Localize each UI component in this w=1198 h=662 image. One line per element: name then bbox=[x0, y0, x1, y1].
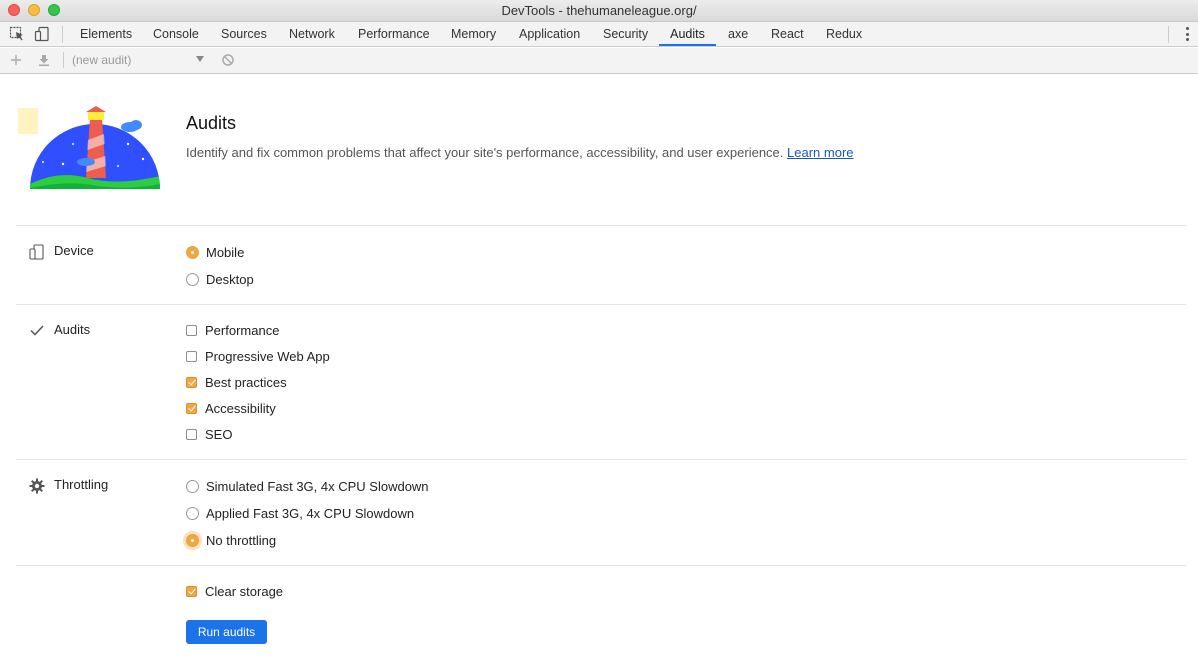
best-practices-label: Best practices bbox=[205, 374, 287, 390]
tabbar-separator bbox=[1168, 26, 1169, 43]
tab-sources[interactable]: Sources bbox=[221, 22, 267, 46]
accessibility-checkbox[interactable] bbox=[186, 402, 197, 414]
applied-radio[interactable] bbox=[186, 506, 199, 520]
desktop-radio[interactable] bbox=[186, 272, 199, 286]
window-title: DevTools - thehumaneleague.org/ bbox=[501, 3, 697, 18]
best-practices-checkbox[interactable] bbox=[186, 376, 197, 388]
audit-option-accessibility[interactable]: Accessibility bbox=[186, 400, 276, 416]
simulated-radio[interactable] bbox=[186, 479, 199, 493]
section-divider bbox=[16, 225, 1186, 226]
performance-checkbox[interactable] bbox=[186, 324, 197, 336]
tab-react[interactable]: React bbox=[771, 22, 804, 46]
download-icon[interactable] bbox=[37, 53, 51, 67]
clear-icon[interactable] bbox=[221, 53, 235, 67]
tab-network[interactable]: Network bbox=[289, 22, 335, 46]
performance-label: Performance bbox=[205, 322, 280, 338]
audits-section-label: Audits bbox=[54, 322, 91, 337]
section-divider bbox=[16, 304, 1186, 305]
no-throttling-radio[interactable] bbox=[186, 533, 199, 547]
description-text: Identify and fix common problems that af… bbox=[186, 145, 784, 160]
run-audits-button[interactable]: Run audits bbox=[186, 620, 267, 644]
device-section-label: Device bbox=[54, 243, 94, 258]
tab-memory[interactable]: Memory bbox=[451, 22, 496, 46]
no-throttling-label: No throttling bbox=[206, 532, 277, 548]
seo-label: SEO bbox=[205, 426, 233, 442]
tab-redux[interactable]: Redux bbox=[826, 22, 862, 46]
desktop-label: Desktop bbox=[206, 271, 254, 287]
tab-elements[interactable]: Elements bbox=[80, 22, 132, 46]
checkmark-icon bbox=[30, 325, 44, 336]
mobile-label: Mobile bbox=[206, 244, 245, 260]
throttling-option-none[interactable]: No throttling bbox=[186, 532, 276, 548]
tabbar-separator bbox=[62, 26, 63, 43]
more-options-icon[interactable] bbox=[1186, 27, 1190, 41]
clear-storage-option[interactable]: Clear storage bbox=[186, 583, 283, 599]
tab-audits[interactable]: Audits bbox=[659, 22, 716, 46]
gear-icon bbox=[29, 478, 45, 494]
audit-report-select[interactable]: (new audit) bbox=[72, 53, 208, 69]
devtools-tabbar: Elements Console Sources Network Perform… bbox=[0, 22, 1198, 47]
page-title: Audits bbox=[186, 113, 237, 133]
device-toolbar-icon[interactable] bbox=[34, 26, 50, 42]
tab-axe[interactable]: axe bbox=[728, 22, 748, 46]
tab-console[interactable]: Console bbox=[153, 22, 199, 46]
inspect-element-icon[interactable] bbox=[9, 26, 25, 42]
mobile-radio[interactable] bbox=[186, 245, 199, 259]
section-divider bbox=[16, 565, 1186, 566]
audit-option-pwa[interactable]: Progressive Web App bbox=[186, 348, 330, 364]
chevron-down-icon bbox=[196, 56, 204, 62]
section-divider bbox=[16, 459, 1186, 460]
device-option-desktop[interactable]: Desktop bbox=[186, 271, 254, 287]
lighthouse-logo bbox=[18, 106, 160, 189]
seo-checkbox[interactable] bbox=[186, 428, 197, 440]
audit-report-select-value: (new audit) bbox=[72, 53, 132, 67]
plus-icon[interactable] bbox=[9, 53, 23, 67]
audits-toolbar: (new audit) bbox=[0, 48, 1198, 74]
device-icon bbox=[29, 244, 44, 260]
applied-label: Applied Fast 3G, 4x CPU Slowdown bbox=[206, 505, 415, 521]
simulated-label: Simulated Fast 3G, 4x CPU Slowdown bbox=[206, 478, 429, 494]
accessibility-label: Accessibility bbox=[205, 400, 276, 416]
tab-application[interactable]: Application bbox=[519, 22, 580, 46]
throttling-option-simulated[interactable]: Simulated Fast 3G, 4x CPU Slowdown bbox=[186, 478, 429, 494]
tab-security[interactable]: Security bbox=[603, 22, 648, 46]
pwa-checkbox[interactable] bbox=[186, 350, 197, 362]
learn-more-link[interactable]: Learn more bbox=[787, 145, 853, 160]
toolbar-separator bbox=[63, 52, 64, 68]
throttling-section-label: Throttling bbox=[54, 477, 109, 492]
audit-option-performance[interactable]: Performance bbox=[186, 322, 279, 338]
tab-performance[interactable]: Performance bbox=[358, 22, 430, 46]
audit-option-best-practices[interactable]: Best practices bbox=[186, 374, 287, 390]
pwa-label: Progressive Web App bbox=[205, 348, 330, 364]
clear-storage-checkbox[interactable] bbox=[186, 585, 197, 597]
window-titlebar: DevTools - thehumaneleague.org/ bbox=[0, 0, 1198, 22]
clear-storage-label: Clear storage bbox=[205, 583, 284, 599]
audit-option-seo[interactable]: SEO bbox=[186, 426, 232, 442]
page-description: Identify and fix common problems that af… bbox=[186, 145, 854, 160]
device-option-mobile[interactable]: Mobile bbox=[186, 244, 244, 260]
throttling-option-applied[interactable]: Applied Fast 3G, 4x CPU Slowdown bbox=[186, 505, 414, 521]
